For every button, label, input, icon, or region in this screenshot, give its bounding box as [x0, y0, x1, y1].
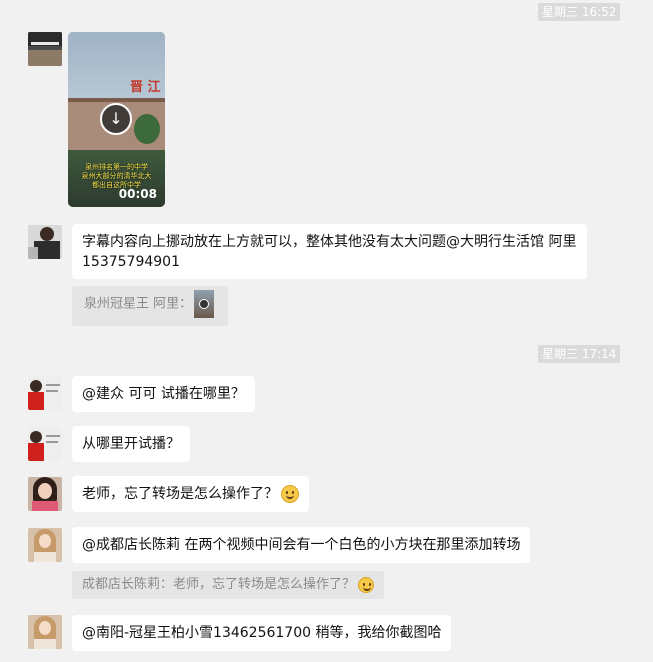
- avatar[interactable]: [28, 32, 62, 66]
- message-text: @建众 可可 试播在哪里？: [82, 386, 245, 402]
- video-sign-text: 晋 江: [130, 80, 161, 95]
- avatar[interactable]: [28, 376, 62, 410]
- message-bubble[interactable]: 老师，忘了转场是怎么操作了？: [72, 476, 309, 512]
- video-thumbnail-icon: [194, 290, 215, 318]
- message-text: @南阳-冠星王柏小雪13462561700 稍等，我给你截图哈: [82, 625, 442, 641]
- message-bubble[interactable]: @成都店长陈莉 在两个视频中间会有一个白色的小方块在那里添加转场: [72, 527, 531, 563]
- quote-text: 泉州冠星王 阿里：: [84, 296, 193, 312]
- smile-emoji-icon: [358, 576, 375, 593]
- video-caption-line: 泉州大部分的清华北大: [81, 172, 152, 180]
- video-caption-line: 泉州排名第一的中学: [85, 163, 148, 171]
- smile-emoji-icon: [281, 485, 299, 503]
- quoted-message[interactable]: 泉州冠星王 阿里：: [72, 286, 228, 326]
- message-bubble[interactable]: @建众 可可 试播在哪里？: [72, 376, 255, 412]
- avatar[interactable]: [28, 225, 62, 259]
- message-text: 字幕内容向上挪动放在上方就可以，整体其他没有太大问题@大明行生活馆 阿里: [82, 234, 577, 250]
- video-message[interactable]: 晋 江 ↓ 泉州排名第一的中学 泉州大部分的清华北大 都出自这所中学 00:08: [68, 32, 165, 207]
- quoted-message[interactable]: 成都店长陈莉：老师，忘了转场是怎么操作了？: [72, 571, 385, 599]
- video-thumbnail-tree: [134, 114, 160, 144]
- download-arrow-icon[interactable]: ↓: [100, 103, 132, 135]
- avatar[interactable]: [28, 615, 62, 649]
- message-bubble[interactable]: @南阳-冠星王柏小雪13462561700 稍等，我给你截图哈: [72, 615, 452, 651]
- avatar[interactable]: [28, 477, 62, 511]
- message-text: 15375794901: [82, 254, 180, 270]
- message-text: 老师，忘了转场是怎么操作了？: [82, 486, 278, 502]
- avatar[interactable]: [28, 528, 62, 562]
- chat-window[interactable]: 星期三 16:52 晋 江 ↓ 泉州排名第一的中学 泉州大部分的清华北大 都出自…: [0, 0, 653, 662]
- message-bubble[interactable]: 从哪里开试播？: [72, 426, 190, 462]
- timestamp-badge: 星期三 17:14: [538, 345, 621, 363]
- message-text: @成都店长陈莉 在两个视频中间会有一个白色的小方块在那里添加转场: [82, 537, 521, 553]
- video-duration: 00:08: [118, 187, 157, 201]
- message-bubble[interactable]: 字幕内容向上挪动放在上方就可以，整体其他没有太大问题@大明行生活馆 阿里 153…: [72, 224, 587, 279]
- timestamp-badge: 星期三 16:52: [538, 3, 621, 21]
- quote-text: 成都店长陈莉：老师，忘了转场是怎么操作了？: [82, 577, 356, 592]
- avatar[interactable]: [28, 427, 62, 461]
- message-text: 从哪里开试播？: [82, 436, 180, 452]
